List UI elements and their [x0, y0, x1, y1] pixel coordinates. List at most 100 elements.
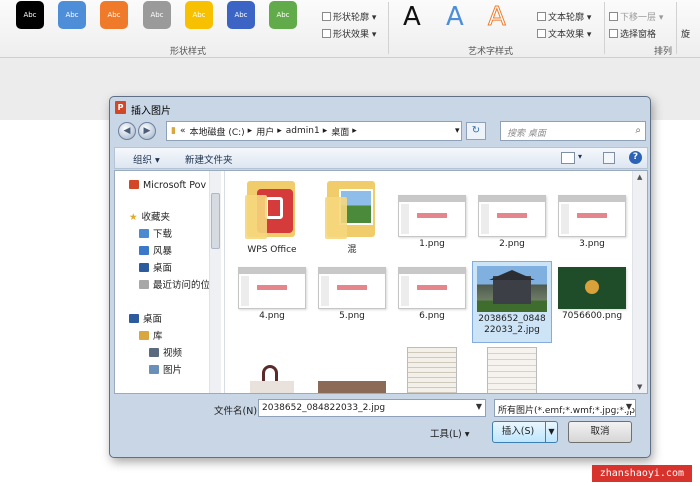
scrollbar-thumb[interactable]: [211, 193, 220, 249]
shape-style-swatch[interactable]: Abc: [185, 1, 213, 29]
chevron-down-icon[interactable]: ▼: [476, 402, 482, 411]
back-button[interactable]: ◀: [118, 122, 136, 140]
desktop-icon: [139, 263, 149, 272]
nav-item-libraries[interactable]: 库: [139, 328, 163, 342]
shape-style-swatch[interactable]: Abc: [16, 1, 44, 29]
file-item[interactable]: [474, 347, 550, 393]
forward-button[interactable]: ▶: [138, 122, 156, 140]
arrange-group-label: 排列: [654, 47, 673, 57]
wordart-orange-outline[interactable]: A: [488, 2, 507, 33]
nav-item-downloads[interactable]: 下载: [139, 226, 172, 240]
breadcrumb-admin1[interactable]: admin1: [286, 126, 320, 136]
file-item-selected[interactable]: 2038652_084822033_2.jpg: [472, 261, 552, 343]
folder-icon: [139, 246, 149, 255]
rotate-button[interactable]: 旋: [681, 27, 690, 40]
filename-input[interactable]: 2038652_084822033_2.jpg ▼: [258, 399, 486, 417]
ribbon-divider: [604, 2, 605, 54]
nav-item-microsoft-powerpoint[interactable]: Microsoft Pov: [129, 180, 206, 191]
desktop-icon: [129, 314, 139, 323]
move-back-button[interactable]: 下移一层 ▾: [609, 10, 663, 23]
breadcrumb-local-disk[interactable]: 本地磁盘 (C:): [189, 125, 244, 138]
nav-scrollbar[interactable]: [209, 171, 221, 393]
refresh-button[interactable]: ↻: [466, 122, 486, 140]
navigation-row: ◀ ▶ ▮ « 本地磁盘 (C:) ▸ 用户 ▸ admin1 ▸ 桌面 ▸ ▾ ↻ 搜…: [114, 119, 648, 145]
text-outline-button[interactable]: 文本轮廓 ▾: [537, 10, 591, 23]
image-thumbnail: [318, 381, 386, 393]
shape-outline-button[interactable]: 形状轮廓 ▾: [322, 10, 376, 23]
dialog-footer: 文件名(N): 2038652_084822033_2.jpg ▼ 所有图片(*.…: [110, 395, 650, 457]
file-type-select[interactable]: 所有图片(*.emf;*.wmf;*.jpg;*.jp ▼: [494, 399, 636, 417]
breadcrumb-desktop[interactable]: 桌面: [331, 125, 349, 138]
filename-label: 文件名(N):: [214, 406, 261, 417]
nav-item-pictures[interactable]: 图片: [149, 362, 182, 376]
search-icon: ⌕: [635, 125, 641, 136]
nav-item-desktop-root[interactable]: 桌面: [129, 311, 162, 325]
text-effect-icon: [537, 29, 546, 38]
green-image-thumbnail: [558, 267, 626, 309]
file-item[interactable]: 4.png: [234, 267, 310, 322]
png-thumbnail: [558, 195, 626, 237]
recent-icon: [139, 280, 149, 289]
scroll-down-icon[interactable]: ▼: [637, 383, 642, 391]
shape-style-swatch[interactable]: Abc: [58, 1, 86, 29]
ribbon-divider: [388, 2, 389, 54]
chevron-down-icon[interactable]: ▼: [545, 422, 557, 442]
file-item[interactable]: [314, 381, 390, 393]
tools-menu[interactable]: 工具(L) ▾: [430, 426, 470, 440]
refresh-icon: ↻: [471, 125, 481, 136]
cancel-button[interactable]: 取消: [568, 421, 632, 443]
png-thumbnail: [398, 195, 466, 237]
nav-item-desktop[interactable]: 桌面: [139, 260, 172, 274]
file-item[interactable]: 7056600.png: [554, 267, 630, 322]
wps-folder-icon: [243, 175, 301, 243]
nav-item-storm[interactable]: 风暴: [139, 243, 172, 257]
file-item[interactable]: 5.png: [314, 267, 390, 322]
file-item[interactable]: 2.png: [474, 195, 550, 250]
pen-icon: [322, 12, 331, 21]
png-thumbnail: [238, 267, 306, 309]
view-options-icon[interactable]: [561, 152, 575, 164]
wordart-blue[interactable]: A: [446, 2, 464, 32]
folder-icon: ▮: [171, 126, 176, 136]
scroll-up-icon[interactable]: ▲: [637, 173, 642, 181]
preview-pane-icon[interactable]: [603, 152, 615, 164]
chevron-down-icon[interactable]: ▾: [578, 152, 582, 161]
new-folder-button[interactable]: 新建文件夹: [185, 152, 233, 166]
chevron-down-icon[interactable]: ▾: [455, 126, 460, 136]
text-effect-button[interactable]: 文本效果 ▾: [537, 27, 591, 40]
insert-picture-dialog: P 插入图片 ◀ ▶ ▮ « 本地磁盘 (C:) ▸ 用户 ▸ admin1 ▸ 桌面…: [109, 96, 651, 458]
shape-style-swatch[interactable]: Abc: [227, 1, 255, 29]
document-image-thumbnail: [487, 347, 537, 393]
address-bar[interactable]: ▮ « 本地磁盘 (C:) ▸ 用户 ▸ admin1 ▸ 桌面 ▸ ▾: [166, 121, 462, 141]
dialog-titlebar[interactable]: P 插入图片: [110, 97, 650, 119]
nav-item-recent[interactable]: 最近访问的位: [139, 277, 210, 291]
file-item[interactable]: [234, 361, 310, 393]
nav-item-favorites[interactable]: ★ 收藏夹: [129, 209, 170, 223]
file-item[interactable]: 6.png: [394, 267, 470, 322]
ribbon: Abc Abc Abc Abc Abc Abc Abc 形状轮廓 ▾ 形状效果 …: [0, 0, 700, 58]
chevron-down-icon[interactable]: ▼: [625, 402, 632, 411]
house-image-thumbnail: [477, 266, 547, 312]
organize-button[interactable]: 组织 ▾: [133, 152, 160, 166]
navigation-pane: Microsoft Pov ★ 收藏夹 下载 风暴 桌面 最近访问的位 桌面 库 …: [115, 171, 225, 393]
shape-style-swatch[interactable]: Abc: [100, 1, 128, 29]
file-item[interactable]: WPS Office: [234, 175, 310, 256]
file-grid-scrollbar[interactable]: ▲ ▼: [632, 171, 647, 393]
shape-effect-button[interactable]: 形状效果 ▾: [322, 27, 376, 40]
file-item[interactable]: 3.png: [554, 195, 630, 250]
nav-item-videos[interactable]: 视频: [149, 345, 182, 359]
selection-pane-button[interactable]: 选择窗格: [609, 27, 656, 40]
shape-style-group-label: 形状样式: [170, 47, 207, 57]
move-back-icon: [609, 12, 618, 21]
wordart-black[interactable]: A: [403, 2, 421, 32]
file-item[interactable]: 1.png: [394, 195, 470, 250]
shape-style-swatch[interactable]: Abc: [143, 1, 171, 29]
breadcrumb-users[interactable]: 用户: [256, 125, 274, 138]
file-item[interactable]: 混: [314, 175, 390, 256]
shape-style-swatch[interactable]: Abc: [269, 1, 297, 29]
insert-button[interactable]: 插入(S) ▼: [492, 421, 558, 443]
help-icon[interactable]: ?: [629, 151, 642, 164]
file-item[interactable]: [394, 347, 470, 393]
png-thumbnail: [318, 267, 386, 309]
search-input[interactable]: 搜索 桌面 ⌕: [500, 121, 646, 141]
